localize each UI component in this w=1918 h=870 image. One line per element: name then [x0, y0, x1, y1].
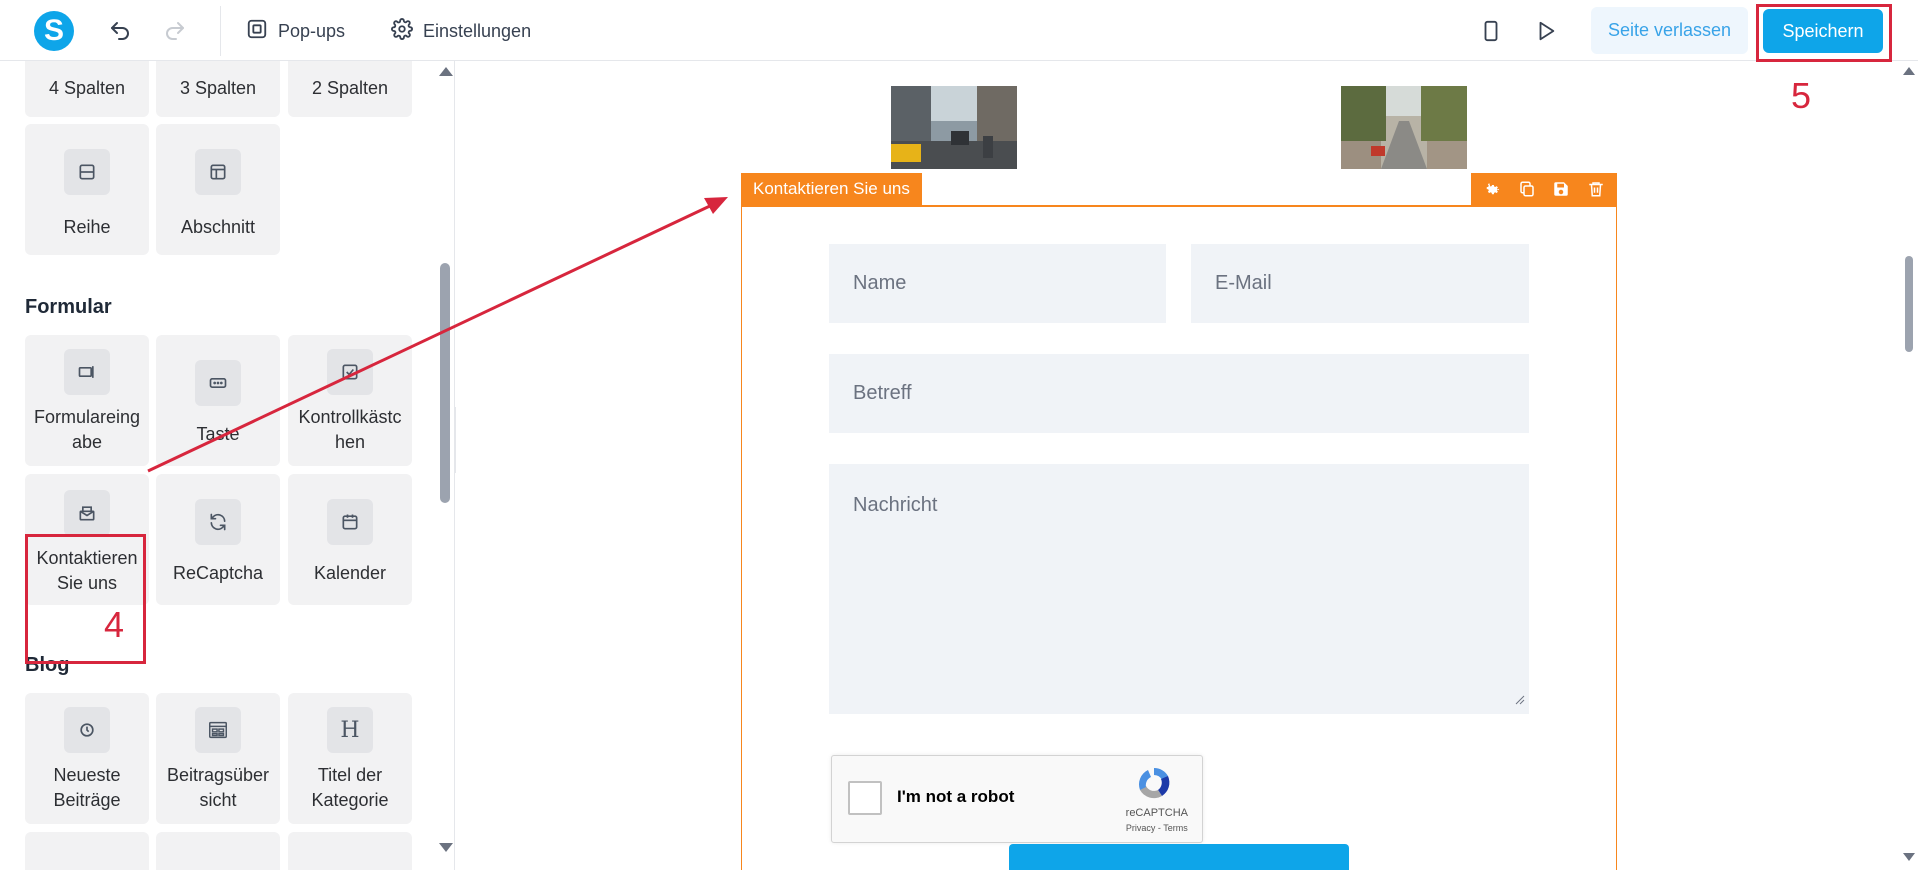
- calendar-icon: [327, 499, 373, 545]
- tile-latest-posts[interactable]: Neueste Beiträge: [25, 693, 149, 824]
- street-photo-2[interactable]: [1341, 86, 1467, 169]
- gear-icon[interactable]: [1479, 176, 1505, 202]
- play-preview-icon[interactable]: [1531, 16, 1561, 46]
- tile-label: Titel der Kategorie: [311, 765, 389, 810]
- contact-mail-icon: [64, 490, 110, 536]
- recaptcha-logo-icon: [1132, 764, 1176, 804]
- refresh-icon: [195, 499, 241, 545]
- settings-label: Einstellungen: [423, 20, 532, 41]
- tile-form-input[interactable]: Formulareing abe: [25, 335, 149, 466]
- block-toolbar: [1471, 173, 1617, 205]
- tile-label: ReCaptcha: [172, 563, 264, 583]
- highlight-box-step5: [1756, 4, 1892, 62]
- recaptcha-widget: I'm not a robot reCAPTCHA Privacy - Term…: [831, 755, 1203, 843]
- scroll-down-arrow-icon[interactable]: [1903, 853, 1915, 861]
- checkbox-icon: [327, 349, 373, 395]
- tile-partial[interactable]: [288, 832, 412, 870]
- settings-button[interactable]: Einstellungen: [391, 17, 532, 45]
- grid-layout-icon: [195, 707, 241, 753]
- tile-label: Neueste Beiträge: [53, 765, 121, 810]
- street-photo-1[interactable]: [891, 86, 1017, 169]
- trash-icon[interactable]: [1583, 176, 1609, 202]
- tile-label: Formulareing abe: [33, 407, 141, 452]
- form-input-icon: [64, 349, 110, 395]
- popups-button[interactable]: Pop-ups: [246, 18, 345, 44]
- clock-icon: [64, 707, 110, 753]
- tile-2-columns[interactable]: 2 Spalten: [288, 61, 412, 117]
- submit-button[interactable]: [1009, 844, 1349, 870]
- undo-icon[interactable]: [105, 16, 135, 46]
- button-icon: [195, 360, 241, 406]
- message-placeholder: Nachricht: [853, 494, 938, 516]
- tile-section[interactable]: Abschnitt: [156, 124, 280, 255]
- message-textarea[interactable]: Nachricht: [829, 464, 1529, 714]
- app-logo[interactable]: S: [34, 11, 74, 51]
- tile-partial[interactable]: [25, 832, 149, 870]
- tile-recaptcha[interactable]: ReCaptcha: [156, 474, 280, 605]
- recaptcha-brand-name: reCAPTCHA: [1125, 807, 1188, 819]
- tile-button[interactable]: Taste: [156, 335, 280, 466]
- redo-icon[interactable]: [160, 16, 190, 46]
- tile-3-columns[interactable]: 3 Spalten: [156, 61, 280, 117]
- tile-label: Kalender: [313, 563, 387, 583]
- tile-row[interactable]: Reihe: [25, 124, 149, 255]
- recaptcha-label: I'm not a robot: [897, 787, 1015, 806]
- tile-label: Abschnitt: [180, 217, 256, 237]
- subject-placeholder: Betreff: [853, 382, 912, 404]
- leave-page-button[interactable]: Seite verlassen: [1591, 7, 1748, 54]
- tile-post-overview[interactable]: Beitragsüber sicht: [156, 693, 280, 824]
- name-field[interactable]: Name: [829, 244, 1166, 323]
- tile-partial[interactable]: [156, 832, 280, 870]
- heading-icon: H: [327, 707, 373, 753]
- mobile-preview-icon[interactable]: [1476, 16, 1506, 46]
- canvas-scrollbar[interactable]: [1900, 61, 1918, 870]
- page-builder: S Pop-ups Einstellungen Seite verlassen …: [0, 0, 1918, 870]
- recaptcha-checkbox[interactable]: [848, 781, 882, 815]
- form-section-title: Formular: [25, 296, 112, 318]
- tile-calendar[interactable]: Kalender: [288, 474, 412, 605]
- tile-label: 2 Spalten: [311, 78, 389, 98]
- recaptcha-brand: reCAPTCHA Privacy - Terms: [1126, 806, 1188, 836]
- element-sidebar: 4 Spalten 3 Spalten 2 Spalten Reihe Absc…: [0, 61, 455, 870]
- email-field[interactable]: E-Mail: [1191, 244, 1529, 323]
- tile-category-title[interactable]: H Titel der Kategorie: [288, 693, 412, 824]
- tile-label: Taste: [196, 424, 240, 444]
- resize-handle-icon[interactable]: [1515, 688, 1525, 711]
- duplicate-icon[interactable]: [1514, 176, 1540, 202]
- highlight-box-step4: [25, 534, 146, 664]
- tile-label: Kontrollkästc hen: [298, 407, 402, 452]
- tile-label: 3 Spalten: [179, 78, 257, 98]
- subject-field[interactable]: Betreff: [829, 354, 1529, 433]
- popups-label: Pop-ups: [278, 20, 346, 41]
- scroll-down-arrow-icon[interactable]: [439, 843, 453, 852]
- row-icon: [64, 149, 110, 195]
- scroll-up-arrow-icon[interactable]: [439, 67, 453, 76]
- email-placeholder: E-Mail: [1215, 272, 1272, 294]
- section-icon: [195, 149, 241, 195]
- step-number-4: 4: [104, 604, 125, 645]
- popup-icon: [246, 18, 268, 45]
- canvas-scroll-thumb[interactable]: [1905, 256, 1913, 352]
- top-toolbar: S Pop-ups Einstellungen Seite verlassen …: [0, 0, 1918, 61]
- step-number-5: 5: [1791, 75, 1812, 116]
- tile-checkbox[interactable]: Kontrollkästc hen: [288, 335, 412, 466]
- block-label-contact[interactable]: Kontaktieren Sie uns: [741, 173, 922, 205]
- tile-label: Reihe: [63, 217, 111, 237]
- toolbar-divider: [220, 6, 221, 56]
- gear-icon: [391, 17, 413, 45]
- recaptcha-links[interactable]: Privacy - Terms: [1126, 821, 1188, 836]
- tile-label: Beitragsüber sicht: [166, 765, 270, 810]
- name-placeholder: Name: [853, 272, 907, 294]
- save-block-icon[interactable]: [1548, 176, 1574, 202]
- sidebar-scroll-thumb[interactable]: [440, 263, 450, 503]
- tile-label: 4 Spalten: [48, 78, 126, 98]
- tile-4-columns[interactable]: 4 Spalten: [25, 61, 149, 117]
- scroll-up-arrow-icon[interactable]: [1903, 67, 1915, 75]
